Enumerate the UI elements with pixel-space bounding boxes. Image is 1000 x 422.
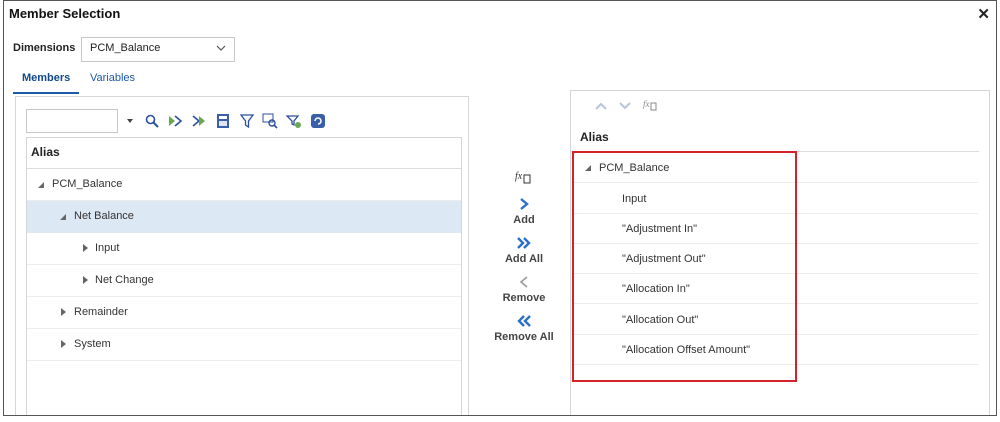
dialog-title: Member Selection xyxy=(9,6,121,21)
member-selection-dialog: Member Selection ✕ Dimensions PCM_Balanc… xyxy=(3,0,997,416)
tree-row-label: Input xyxy=(95,242,120,254)
double-chevron-right-icon xyxy=(517,237,531,249)
collapse-icon[interactable] xyxy=(191,113,207,129)
tree-row-pcm-balance[interactable]: PCM_Balance xyxy=(27,169,461,201)
move-up-icon[interactable] xyxy=(594,101,608,111)
members-panel: Alias PCM_Balance Net Balance Input Net … xyxy=(15,96,469,415)
tree-row-input[interactable]: Input xyxy=(27,233,461,265)
tab-variables[interactable]: Variables xyxy=(90,72,135,84)
function-icon[interactable]: fx xyxy=(643,98,659,112)
tab-members[interactable]: Members xyxy=(22,72,70,84)
dimensions-select[interactable]: PCM_Balance xyxy=(81,37,235,62)
remove-button[interactable]: Remove xyxy=(484,275,564,304)
selected-alias-header: Alias xyxy=(580,130,609,144)
svg-text:fx: fx xyxy=(643,99,650,109)
chevron-right-icon xyxy=(520,198,529,210)
chevron-left-icon xyxy=(519,276,528,288)
expanded-triangle-icon[interactable] xyxy=(59,213,67,221)
collapsed-triangle-icon[interactable] xyxy=(83,276,88,284)
collapsed-triangle-icon[interactable] xyxy=(61,308,66,316)
remove-all-label: Remove All xyxy=(494,331,554,343)
add-all-button[interactable]: Add All xyxy=(484,236,564,265)
dimensions-selected-value: PCM_Balance xyxy=(90,42,161,54)
search-dropdown-icon[interactable] xyxy=(127,119,133,123)
remove-all-button[interactable]: Remove All xyxy=(484,314,564,343)
dimensions-label: Dimensions xyxy=(13,42,76,54)
collapsed-triangle-icon[interactable] xyxy=(83,244,88,252)
tree-row-label: PCM_Balance xyxy=(52,178,123,190)
filter-icon[interactable] xyxy=(239,113,255,129)
tree-row-label: Net Change xyxy=(95,274,154,286)
active-tab-indicator xyxy=(13,92,79,94)
tree-row-system[interactable]: System xyxy=(27,329,461,361)
function-selector-icon[interactable]: fx xyxy=(484,169,564,188)
advanced-filter-icon[interactable] xyxy=(286,113,302,129)
add-all-label: Add All xyxy=(504,253,544,265)
search-input[interactable] xyxy=(26,109,118,133)
collapsed-triangle-icon[interactable] xyxy=(61,340,66,348)
find-icon[interactable] xyxy=(262,113,278,129)
tree-row-label: Net Balance xyxy=(74,210,134,222)
svg-text:fx: fx xyxy=(515,171,523,182)
remove-label: Remove xyxy=(502,292,546,304)
chevron-down-icon xyxy=(216,45,226,51)
alias-column-header: Alias xyxy=(31,145,60,159)
expand-icon[interactable] xyxy=(167,113,183,129)
members-tree: Alias PCM_Balance Net Balance Input Net … xyxy=(26,137,462,415)
add-button[interactable]: Add xyxy=(484,197,564,226)
highlight-annotation-box xyxy=(572,151,797,382)
refresh-icon[interactable] xyxy=(310,113,326,129)
search-icon[interactable] xyxy=(144,113,160,129)
tab-bar: Members Variables xyxy=(13,70,468,96)
expanded-triangle-icon[interactable] xyxy=(37,181,45,189)
double-chevron-left-icon xyxy=(517,315,531,327)
tree-row-label: System xyxy=(74,338,111,350)
add-label: Add xyxy=(513,214,535,226)
calculator-icon[interactable] xyxy=(215,113,231,129)
tree-row-net-balance[interactable]: Net Balance xyxy=(27,201,461,233)
tree-row-net-change[interactable]: Net Change xyxy=(27,265,461,297)
move-down-icon[interactable] xyxy=(618,101,632,111)
tree-row-remainder[interactable]: Remainder xyxy=(27,297,461,329)
tree-row-label: Remainder xyxy=(74,306,128,318)
close-icon[interactable]: ✕ xyxy=(977,5,990,23)
